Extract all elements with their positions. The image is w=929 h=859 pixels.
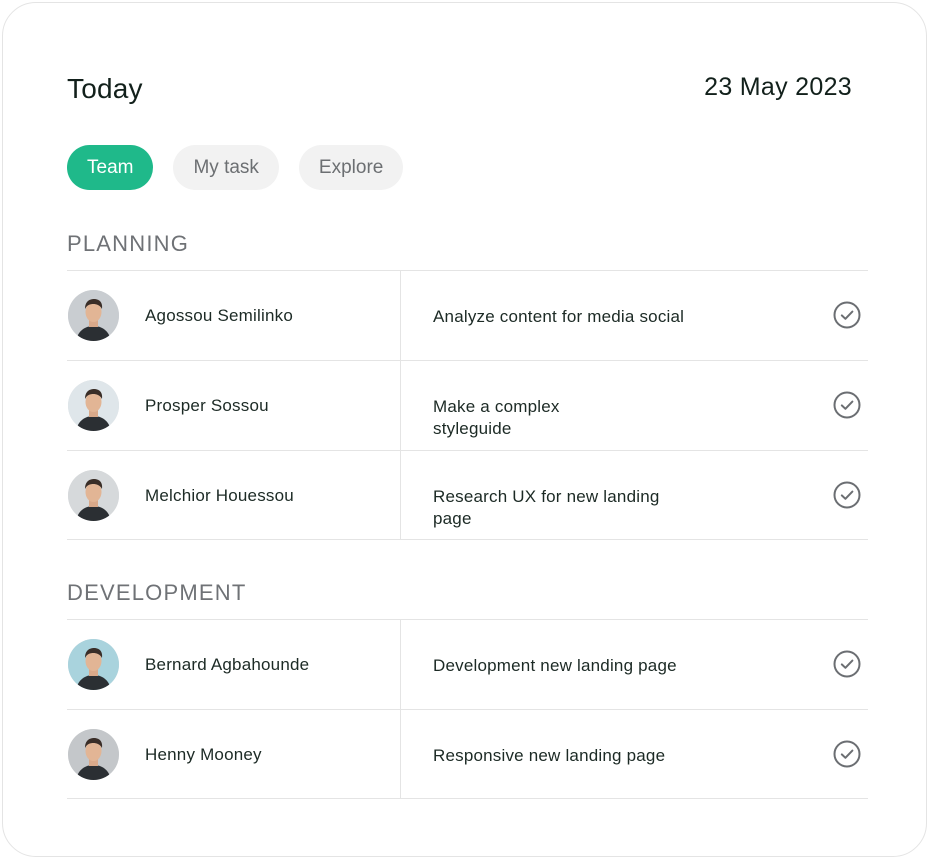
avatar xyxy=(68,470,119,521)
task-description: Responsive new landing page xyxy=(433,746,666,765)
task-row[interactable]: Henny Mooney Responsive new landing page xyxy=(67,709,868,799)
avatar-photo xyxy=(68,729,119,780)
tab-team[interactable]: Team xyxy=(67,145,154,190)
planning-table: Agossou Semilinko Analyze content for me… xyxy=(67,270,868,540)
person-name: Bernard Agbahounde xyxy=(145,655,310,674)
person-name: Melchior Houessou xyxy=(145,486,294,505)
avatar xyxy=(68,380,119,431)
tab-bar: Team My task Explore xyxy=(67,145,404,190)
page-title: Today xyxy=(67,73,143,104)
tab-my-task[interactable]: My task xyxy=(173,145,279,190)
task-description: Make a complex styleguide xyxy=(433,397,560,438)
task-description: Analyze content for media social xyxy=(433,307,685,326)
check-circle-icon[interactable] xyxy=(832,300,862,330)
avatar-photo xyxy=(68,470,119,521)
current-date: 23 May 2023 xyxy=(704,73,852,101)
task-row[interactable]: Agossou Semilinko Analyze content for me… xyxy=(67,270,868,360)
task-description: Research UX for new landing page xyxy=(433,487,660,528)
avatar-photo xyxy=(68,380,119,431)
development-table: Bernard Agbahounde Development new landi… xyxy=(67,619,868,799)
avatar xyxy=(68,290,119,341)
avatar xyxy=(68,729,119,780)
check-circle-icon[interactable] xyxy=(832,390,862,420)
avatar-photo xyxy=(68,639,119,690)
avatar xyxy=(68,639,119,690)
check-circle-icon[interactable] xyxy=(832,480,862,510)
today-card: Today 23 May 2023 Team My task Explore P… xyxy=(2,2,927,857)
check-circle-icon[interactable] xyxy=(832,649,862,679)
task-row[interactable]: Prosper Sossou Make a complex styleguide xyxy=(67,360,868,450)
task-description: Development new landing page xyxy=(433,656,677,675)
person-name: Agossou Semilinko xyxy=(145,306,293,325)
person-name: Prosper Sossou xyxy=(145,396,269,415)
check-circle-icon[interactable] xyxy=(832,739,862,769)
avatar-photo xyxy=(68,290,119,341)
task-row[interactable]: Melchior Houessou Research UX for new la… xyxy=(67,450,868,540)
section-label-planning: PLANNING xyxy=(67,231,190,256)
section-label-development: DEVELOPMENT xyxy=(67,580,247,605)
task-row[interactable]: Bernard Agbahounde Development new landi… xyxy=(67,619,868,709)
person-name: Henny Mooney xyxy=(145,745,262,764)
tab-explore[interactable]: Explore xyxy=(298,145,404,190)
